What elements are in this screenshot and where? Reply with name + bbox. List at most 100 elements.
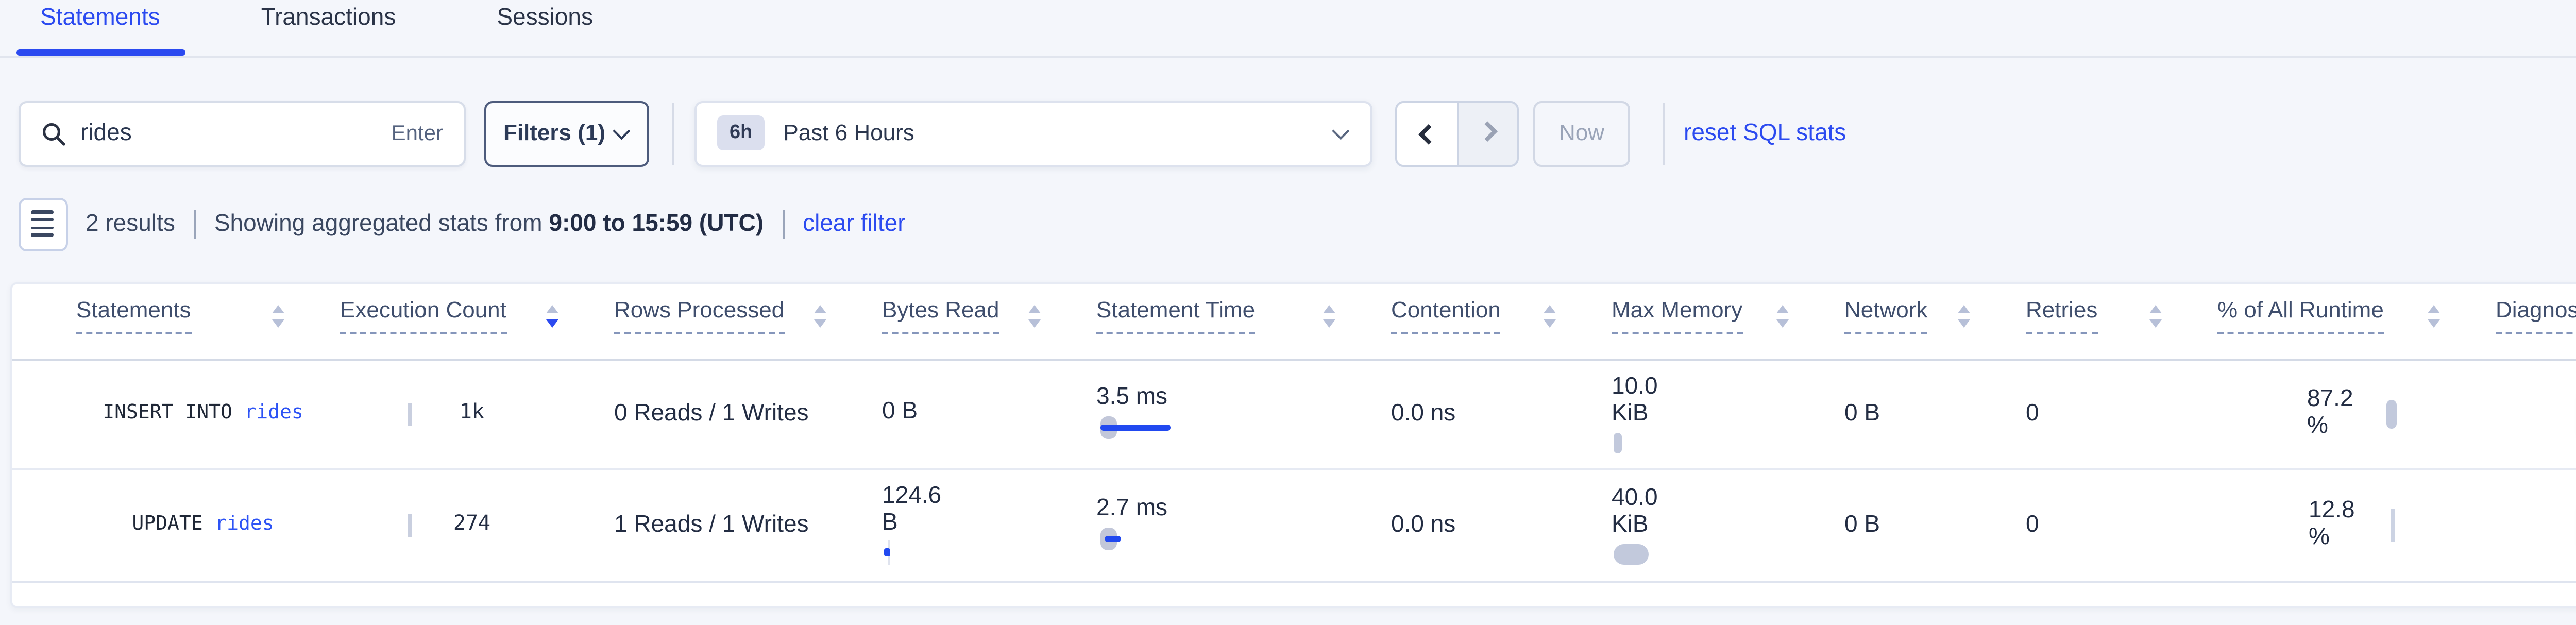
tab-sessions[interactable]: Sessions: [472, 0, 618, 55]
search-icon: [41, 121, 66, 145]
sort-icon-active-desc[interactable]: [546, 305, 558, 327]
column-header-contention: Contention: [1381, 298, 1601, 358]
sort-icon[interactable]: [1028, 305, 1041, 327]
rows-processed-cell: 0 Reads / 1 Writes: [604, 360, 872, 467]
clear-filter-link[interactable]: clear filter: [803, 211, 905, 236]
network-value: 0 B: [1844, 512, 2015, 537]
column-header-label[interactable]: % of All Runtime: [2217, 298, 2384, 333]
execution-count-value: 1k: [460, 402, 484, 425]
statement-table-link[interactable]: rides: [215, 513, 274, 536]
time-nav-arrows: [1395, 100, 1519, 166]
pct-runtime-value: 87.2 %: [2307, 386, 2369, 440]
column-header-label[interactable]: Bytes Read: [882, 298, 999, 333]
page: Statements Transactions Sessions Enter F…: [0, 0, 2576, 625]
column-header-label[interactable]: Retries: [2026, 298, 2097, 333]
column-header-label[interactable]: Max Memory: [1612, 298, 1742, 333]
statement-table-link[interactable]: rides: [244, 402, 303, 425]
time-range-badge: 6h: [717, 115, 765, 150]
sort-icon[interactable]: [1958, 305, 1970, 327]
sort-icon[interactable]: [814, 305, 826, 327]
sort-icon[interactable]: [1544, 305, 1556, 327]
statement-cell[interactable]: UPDATErides: [12, 469, 330, 580]
filters-label: Filters (1): [503, 121, 605, 145]
bytes-read-value: 0 B: [882, 400, 944, 427]
column-header-statements: Statements: [12, 298, 330, 358]
column-header-network: Network: [1834, 298, 2015, 358]
max-memory-bar: [1614, 432, 1622, 452]
filters-button[interactable]: Filters (1): [484, 100, 649, 166]
results-count: 2 results: [86, 211, 175, 236]
statement-time-value: 2.7 ms: [1096, 497, 1381, 521]
sort-icon[interactable]: [2149, 305, 2162, 327]
next-time-button[interactable]: [1457, 102, 1517, 164]
tab-transactions[interactable]: Transactions: [236, 0, 421, 55]
divider: [782, 209, 784, 238]
column-header-statement-time: Statement Time: [1086, 298, 1381, 358]
contention-cell: 0.0 ns: [1381, 360, 1601, 467]
summary-prefix: Showing aggregated stats from: [214, 211, 543, 236]
diagnostics-cell: Activate: [2485, 360, 2576, 467]
max-memory-cell: 10.0 KiB: [1601, 360, 1834, 467]
prev-time-button[interactable]: [1397, 102, 1457, 164]
divider: [672, 102, 674, 164]
column-header-execution-count: Execution Count: [330, 298, 604, 358]
pct-runtime-cell: 87.2 %: [2207, 360, 2485, 467]
network-cell: 0 B: [1834, 469, 2015, 580]
statement-time-cell: 3.5 ms: [1086, 360, 1381, 467]
column-header-label[interactable]: Network: [1844, 298, 1927, 333]
statement-text: INSERT INTO: [103, 402, 232, 425]
reset-sql-stats-link[interactable]: reset SQL stats: [1684, 121, 1846, 145]
column-header-label[interactable]: Execution Count: [340, 298, 506, 333]
pct-runtime-bar: [2385, 399, 2396, 428]
list-icon: [31, 210, 54, 237]
max-memory-bar: [1614, 543, 1649, 564]
statements-table: Statements Execution Count Rows Processe…: [10, 281, 2576, 607]
column-header-label[interactable]: Statements: [76, 298, 191, 333]
time-range-label: Past 6 Hours: [783, 121, 1319, 145]
contention-value: 0.0 ns: [1391, 401, 1601, 426]
statement-time-cell: 2.7 ms: [1086, 469, 1381, 580]
column-header-label[interactable]: Diagnostics: [2496, 298, 2576, 333]
pct-runtime-bar: [2391, 508, 2394, 541]
pct-runtime-value: 12.8 %: [2309, 498, 2370, 551]
table-row: UPDATErides 274 1 Reads / 1 Writes 124.6…: [12, 469, 2576, 582]
execution-count-value: 274: [453, 513, 490, 536]
column-header-label[interactable]: Rows Processed: [614, 298, 784, 333]
chevron-left-icon: [1418, 124, 1439, 145]
search-input[interactable]: [80, 121, 392, 145]
network-value: 0 B: [1844, 401, 2015, 426]
sort-icon[interactable]: [272, 305, 284, 327]
column-header-label[interactable]: Statement Time: [1096, 298, 1255, 333]
execution-count-bar: [408, 513, 411, 536]
sort-icon[interactable]: [1323, 305, 1335, 327]
statement-time-value: 3.5 ms: [1096, 385, 1381, 410]
enter-hint: Enter: [392, 121, 443, 145]
bytes-read-cell: 124.6 B: [872, 469, 1086, 580]
column-selector-button[interactable]: [18, 197, 67, 250]
now-button[interactable]: Now: [1533, 100, 1630, 166]
rows-processed-value: 1 Reads / 1 Writes: [614, 512, 872, 537]
sort-icon[interactable]: [1776, 305, 1789, 327]
results-summary: Showing aggregated stats from 9:00 to 15…: [214, 211, 764, 236]
summary-range: 9:00 to 15:59 (UTC): [549, 211, 764, 236]
column-header-label[interactable]: Contention: [1391, 298, 1501, 333]
execution-count-cell: 1k: [330, 360, 604, 467]
statement-cell[interactable]: INSERT INTO rides: [12, 360, 330, 467]
retries-value: 0: [2026, 401, 2207, 426]
network-cell: 0 B: [1834, 360, 2015, 467]
search-box[interactable]: Enter: [19, 100, 466, 166]
sort-icon[interactable]: [2428, 305, 2440, 327]
retries-value: 0: [2026, 512, 2207, 537]
max-memory-cell: 40.0 KiB: [1601, 469, 1834, 580]
tab-statements[interactable]: Statements: [15, 0, 185, 55]
contention-cell: 0.0 ns: [1381, 469, 1601, 580]
time-range-picker[interactable]: 6h Past 6 Hours: [694, 100, 1372, 166]
bytes-read-bar: [882, 540, 903, 565]
bytes-read-value: 124.6 B: [882, 484, 944, 538]
chevron-right-icon: [1476, 121, 1497, 142]
execution-count-bar: [408, 402, 411, 425]
divider: [1663, 102, 1665, 164]
column-header-pct-of-all-runtime: % of All Runtime: [2207, 298, 2485, 358]
contention-value: 0.0 ns: [1391, 512, 1601, 537]
max-memory-value: 10.0 KiB: [1612, 374, 1673, 428]
